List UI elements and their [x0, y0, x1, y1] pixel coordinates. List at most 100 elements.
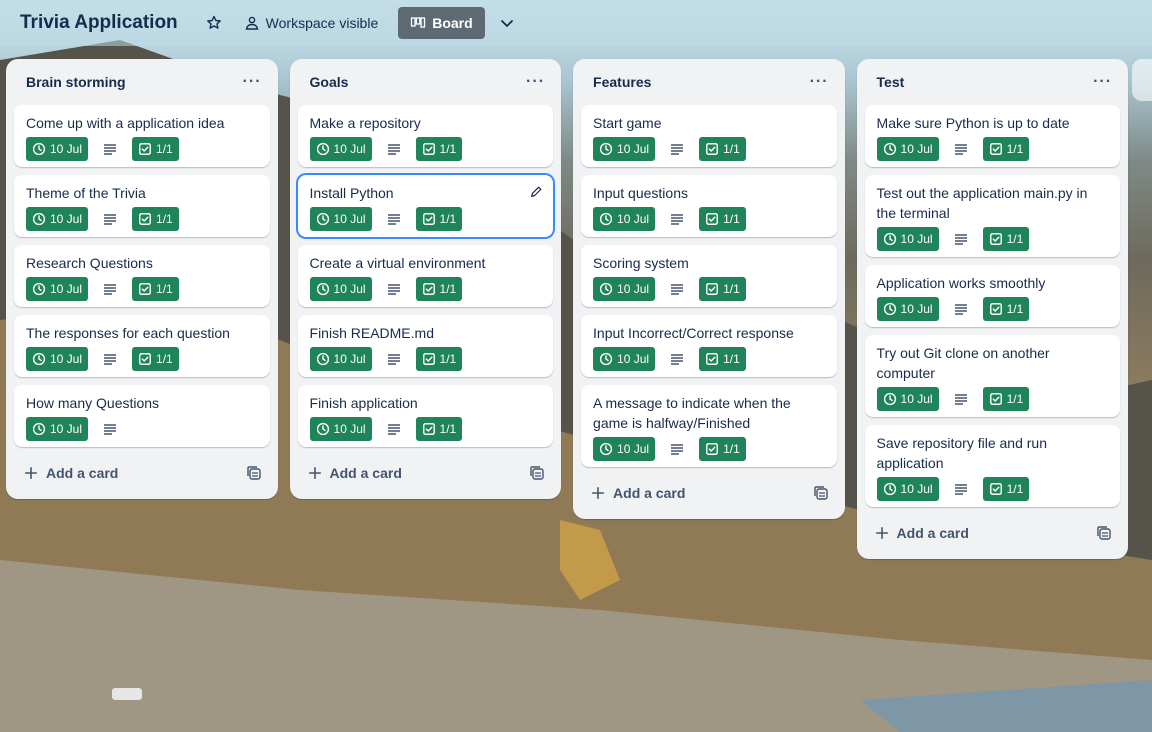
star-button[interactable] — [198, 7, 230, 39]
due-date-badge[interactable]: 10 Jul — [876, 227, 939, 251]
card-badges: 10 Jul 1/1 — [876, 137, 1109, 161]
card-list: Make sure Python is up to date 10 Jul 1/1 T… — [864, 105, 1121, 507]
card[interactable]: Theme of the Trivia 10 Jul 1/1 — [14, 175, 270, 237]
due-date-badge[interactable]: 10 Jul — [876, 477, 939, 501]
add-card-label: Add a card — [329, 465, 402, 481]
card-title: The responses for each question — [26, 325, 230, 341]
due-date-badge[interactable]: 10 Jul — [876, 387, 939, 411]
card[interactable]: Finish application 10 Jul 1/1 — [297, 385, 554, 447]
board-view-button[interactable]: Board — [398, 7, 485, 39]
card[interactable]: Come up with a application idea 10 Jul 1/1 — [14, 105, 270, 167]
list-menu-button[interactable]: ··· — [1093, 73, 1112, 91]
due-date-badge[interactable]: 10 Jul — [26, 417, 89, 441]
card[interactable]: Start game 10 Jul 1/1 — [581, 105, 837, 167]
description-icon — [104, 284, 117, 295]
due-date-badge[interactable]: 10 Jul — [26, 137, 89, 161]
add-card-button[interactable]: Add a card — [308, 465, 402, 481]
card[interactable]: Create a virtual environment 10 Jul 1/1 — [297, 245, 554, 307]
card[interactable]: Scoring system 10 Jul 1/1 — [581, 245, 837, 307]
card-badges: 10 Jul 1/1 — [309, 417, 542, 441]
card-title: Scoring system — [593, 255, 689, 271]
list-header: Test ··· — [865, 59, 1121, 105]
checklist-icon — [989, 483, 1002, 495]
due-date-label: 10 Jul — [617, 352, 650, 366]
due-date-label: 10 Jul — [617, 212, 650, 226]
card[interactable]: Input questions 10 Jul 1/1 — [581, 175, 837, 237]
template-icon[interactable] — [1096, 525, 1112, 541]
add-card-button[interactable]: Add a card — [875, 525, 969, 541]
card[interactable]: A message to indicate when the game is h… — [581, 385, 837, 467]
card-badges: 10 Jul 1/1 — [593, 207, 825, 231]
card[interactable]: Make a repository 10 Jul 1/1 — [297, 105, 554, 167]
clock-icon — [316, 212, 329, 226]
add-card-button[interactable]: Add a card — [24, 465, 118, 481]
list-title[interactable]: Test — [877, 74, 905, 90]
card[interactable]: Test out the application main.py in the … — [864, 175, 1121, 257]
card-title: A message to indicate when the game is h… — [593, 395, 791, 431]
card-badges: 10 Jul 1/1 — [309, 277, 542, 301]
checklist-count: 1/1 — [156, 142, 173, 156]
card[interactable]: Make sure Python is up to date 10 Jul 1/1 — [864, 105, 1121, 167]
list-menu-button[interactable]: ··· — [810, 73, 829, 91]
visibility-button[interactable]: Workspace visible — [236, 7, 387, 39]
description-icon — [671, 354, 684, 365]
clock-icon — [316, 282, 329, 296]
due-date-badge[interactable]: 10 Jul — [876, 137, 939, 161]
board-title[interactable]: Trivia Application — [20, 12, 178, 34]
card-badges: 10 Jul 1/1 — [26, 277, 258, 301]
list-header: Features ··· — [581, 59, 837, 105]
template-icon[interactable] — [813, 485, 829, 501]
card[interactable]: The responses for each question 10 Jul 1/1 — [14, 315, 270, 377]
checklist-badge: 1/1 — [415, 417, 463, 441]
card[interactable]: Try out Git clone on another computer 10 … — [864, 335, 1121, 417]
due-date-label: 10 Jul — [333, 422, 366, 436]
due-date-badge[interactable]: 10 Jul — [593, 437, 656, 461]
card[interactable]: Research Questions 10 Jul 1/1 — [14, 245, 270, 307]
checklist-badge: 1/1 — [415, 137, 463, 161]
checklist-badge: 1/1 — [982, 227, 1030, 251]
add-card-row: Add a card — [14, 455, 270, 491]
due-date-label: 10 Jul — [333, 352, 366, 366]
template-icon[interactable] — [246, 465, 262, 481]
due-date-badge[interactable]: 10 Jul — [593, 137, 656, 161]
list-menu-button[interactable]: ··· — [243, 73, 262, 91]
visibility-label: Workspace visible — [265, 15, 379, 31]
due-date-badge[interactable]: 10 Jul — [309, 207, 372, 231]
list-menu-button[interactable]: ··· — [526, 73, 545, 91]
description-icon — [387, 214, 400, 225]
clock-icon — [883, 482, 896, 496]
due-date-badge[interactable]: 10 Jul — [309, 277, 372, 301]
list-title[interactable]: Features — [593, 74, 651, 90]
clock-icon — [599, 282, 613, 296]
due-date-badge[interactable]: 10 Jul — [26, 347, 89, 371]
due-date-badge[interactable]: 10 Jul — [309, 137, 372, 161]
due-date-badge[interactable]: 10 Jul — [593, 207, 656, 231]
due-date-badge[interactable]: 10 Jul — [309, 347, 372, 371]
card[interactable]: Finish README.md 10 Jul 1/1 — [297, 315, 554, 377]
due-date-badge[interactable]: 10 Jul — [26, 207, 89, 231]
plus-icon — [24, 466, 38, 480]
due-date-badge[interactable]: 10 Jul — [593, 347, 656, 371]
add-card-button[interactable]: Add a card — [591, 485, 685, 501]
clock-icon — [599, 352, 613, 366]
pencil-icon[interactable] — [529, 185, 543, 199]
due-date-badge[interactable]: 10 Jul — [26, 277, 89, 301]
card[interactable]: Install Python 10 Jul 1/1 — [297, 175, 554, 237]
add-list-stub[interactable] — [1132, 59, 1152, 101]
card[interactable]: Save repository file and run application… — [864, 425, 1121, 507]
due-date-badge[interactable]: 10 Jul — [876, 297, 939, 321]
view-switcher-button[interactable] — [491, 7, 523, 39]
checklist-count: 1/1 — [723, 282, 740, 296]
list-title[interactable]: Goals — [310, 74, 349, 90]
list-title[interactable]: Brain storming — [26, 74, 126, 90]
due-date-badge[interactable]: 10 Jul — [593, 277, 656, 301]
clock-icon — [32, 142, 46, 156]
description-icon — [671, 444, 684, 455]
due-date-badge[interactable]: 10 Jul — [309, 417, 372, 441]
card[interactable]: How many Questions 10 Jul — [14, 385, 270, 447]
list-header: Goals ··· — [298, 59, 554, 105]
description-icon — [954, 304, 967, 315]
card[interactable]: Input Incorrect/Correct response 10 Jul 1/… — [581, 315, 837, 377]
template-icon[interactable] — [529, 465, 545, 481]
card[interactable]: Application works smoothly 10 Jul 1/1 — [864, 265, 1121, 327]
